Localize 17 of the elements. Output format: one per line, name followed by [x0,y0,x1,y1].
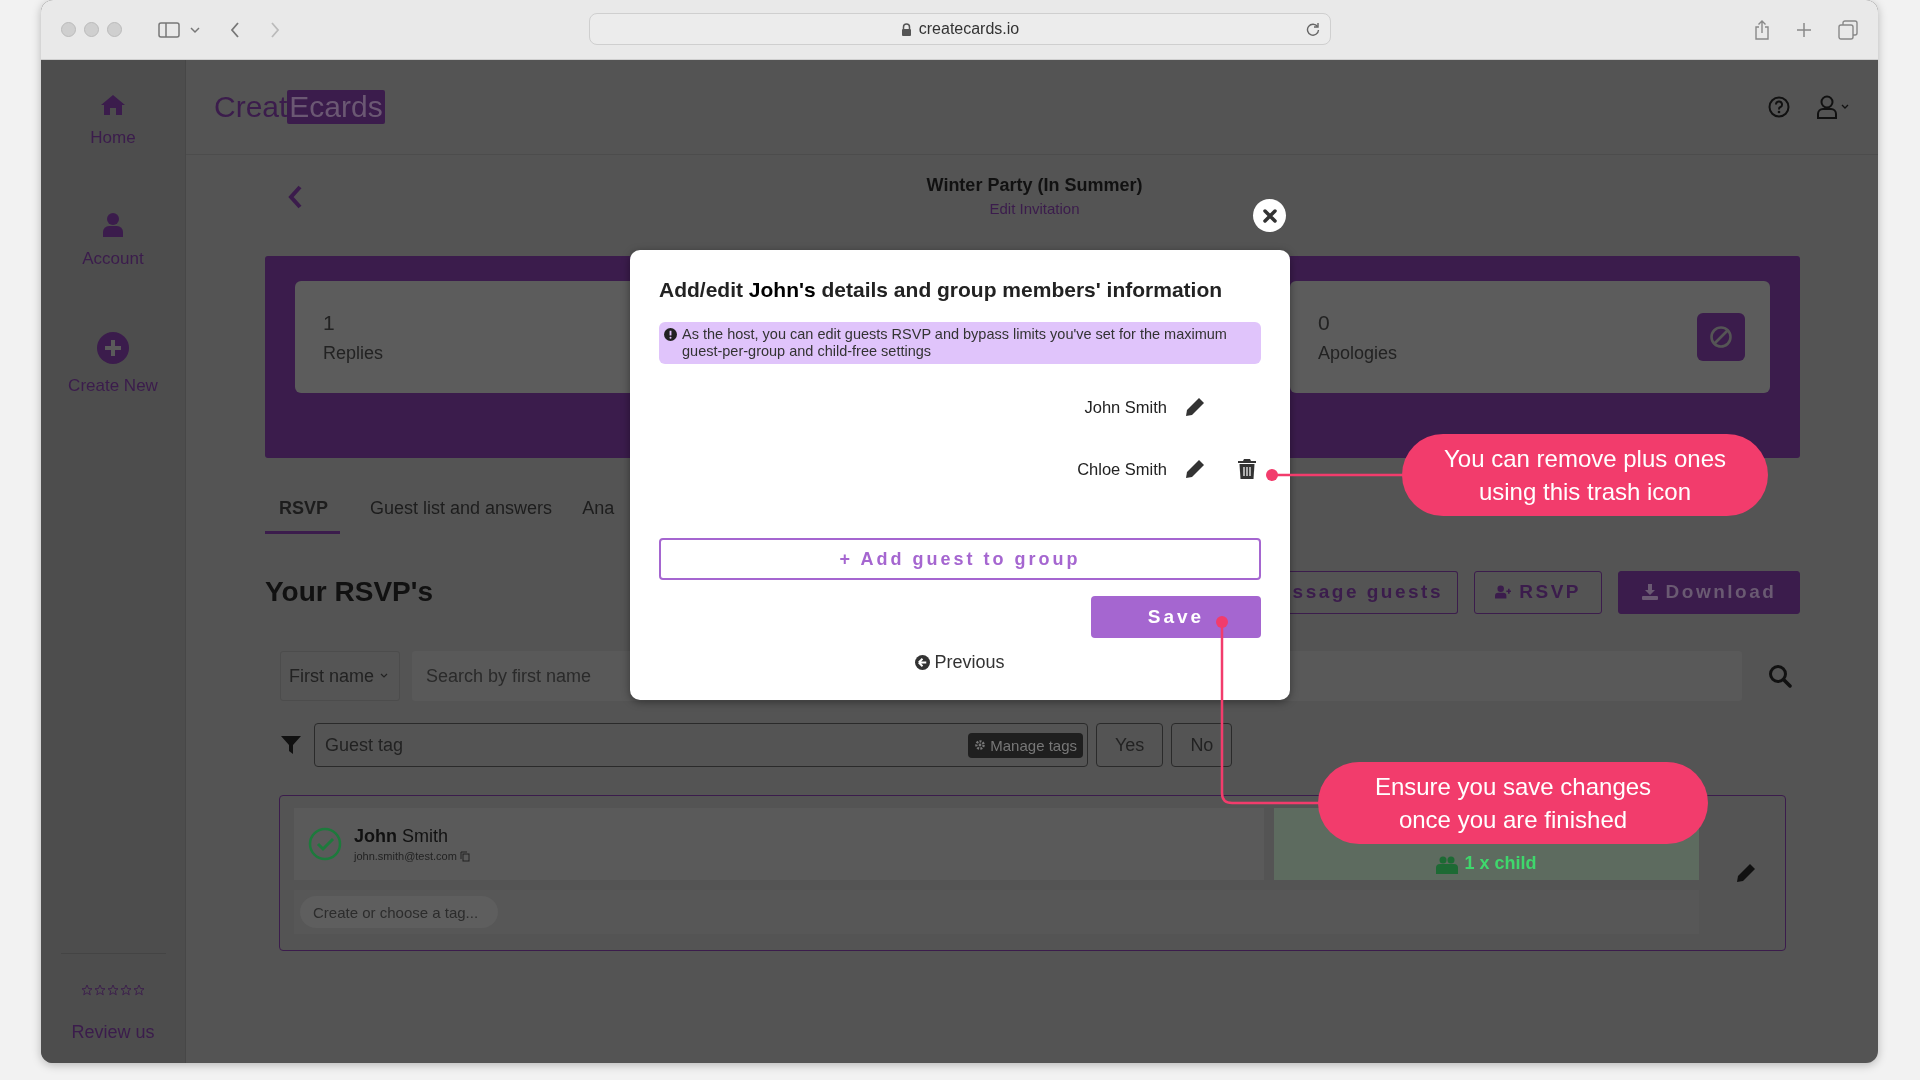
stat-value: 1 [323,310,336,335]
stat-value: 0 [1318,310,1331,335]
guest-name: John Smith [354,826,449,847]
member-name: Chloe Smith [1077,459,1167,479]
logo-highlight: Ecards [287,90,385,124]
stat-label: Replies [323,342,384,364]
callout-bubble: You can remove plus ones using this trash icon [1402,434,1768,516]
modal-title: Add/edit John's details and group members' information [659,278,1224,302]
stat-label: Apologies [1318,342,1398,364]
callout-bubble: Ensure you save changes once you are finished [1318,762,1708,844]
member-name: John Smith [1084,397,1167,417]
section-heading: Your RSVP's [265,576,433,608]
attendance-note: 1 x child [1464,853,1537,874]
event-title: Winter Party (In Summer) [926,175,1143,196]
guest-email: john.smith@test.com [354,850,457,862]
info-text: As the host, you can edit guests RSVP and bypass limits you've set for the maximum guest-per-group and child-free settings [682,326,1228,360]
logo-text: Creat [214,90,288,124]
